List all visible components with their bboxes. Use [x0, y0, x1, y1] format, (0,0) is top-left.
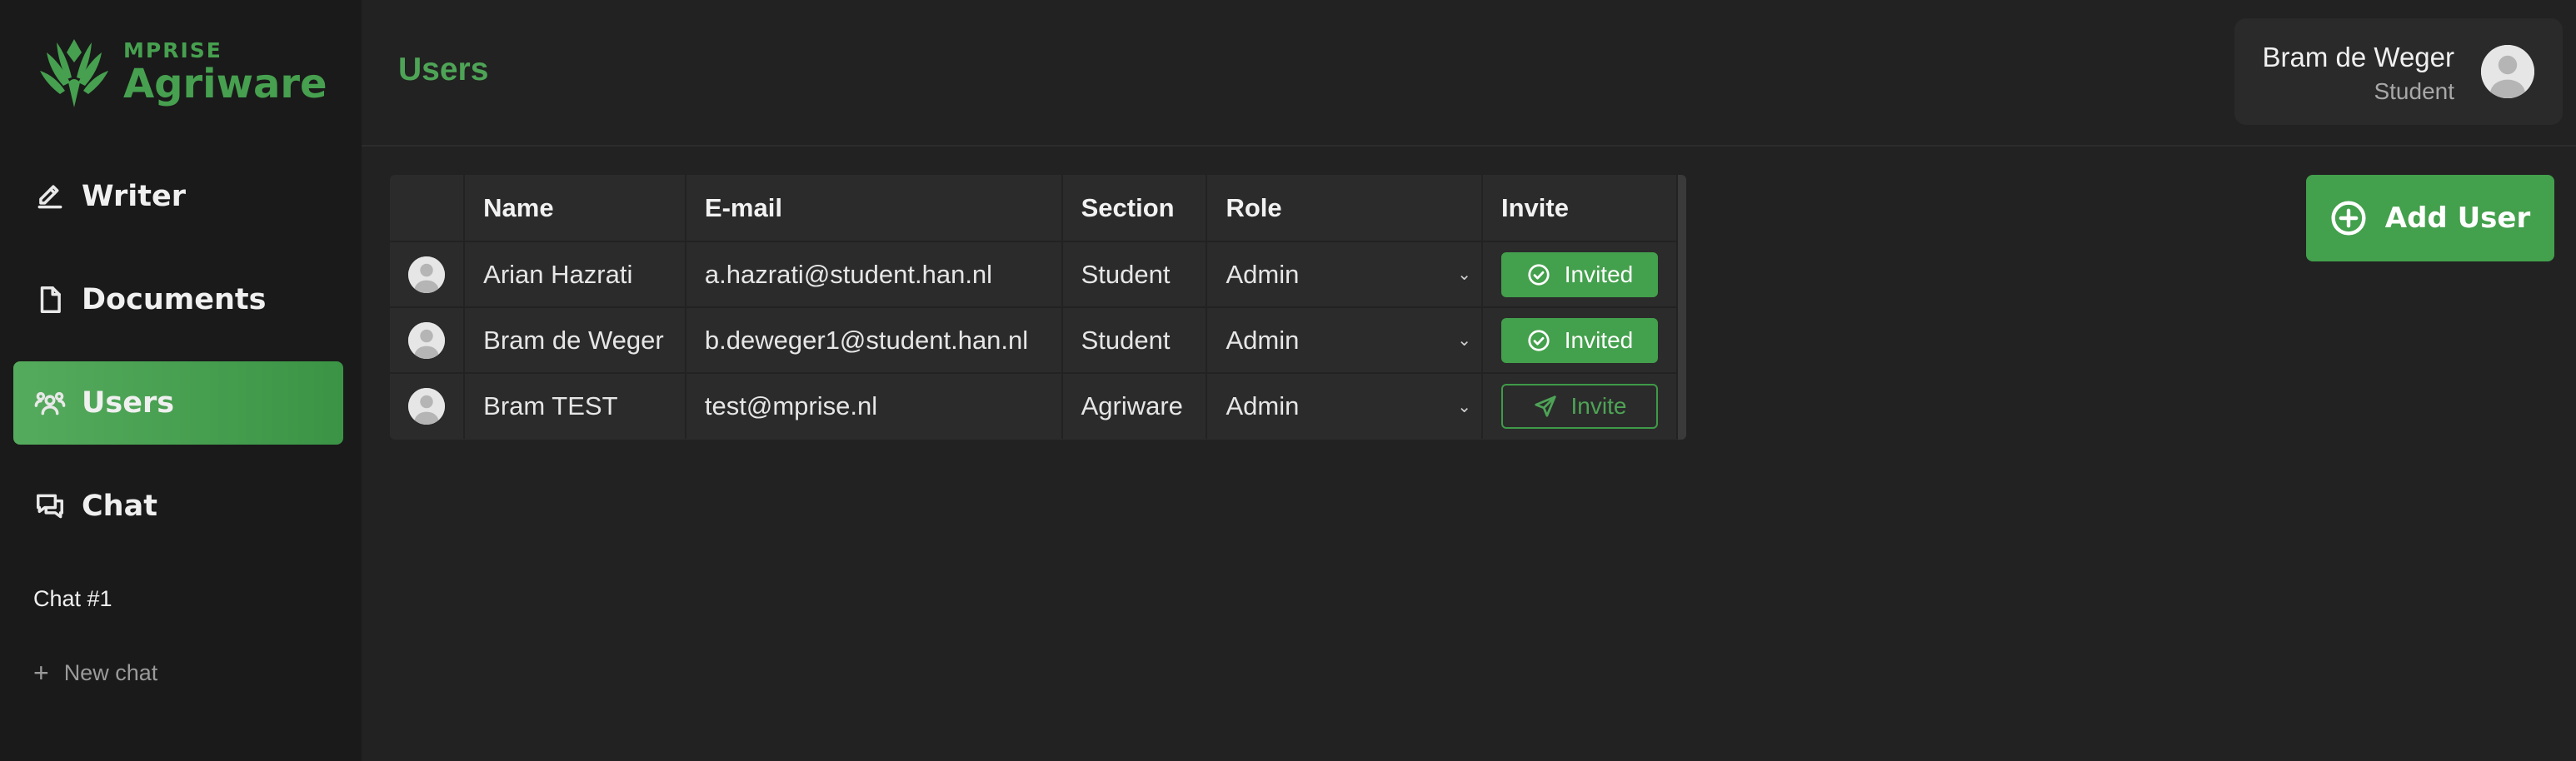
role-cell: Admin ⌄ [1206, 241, 1483, 308]
section-cell: Student [1061, 241, 1208, 308]
role-select-value: Admin [1226, 391, 1300, 420]
column-header-role[interactable]: Role [1206, 175, 1483, 242]
name-cell: Arian Hazrati [464, 241, 686, 308]
column-header-name[interactable]: Name [464, 175, 686, 242]
plus-icon: + [33, 658, 49, 688]
logo-wordmark-small: MPRISE [123, 37, 222, 62]
chevron-down-icon: ⌄ [1457, 397, 1471, 416]
name-cell: Bram de Weger [464, 307, 686, 374]
section-cell: Agriware [1061, 373, 1208, 439]
avatar-cell [390, 241, 466, 308]
email-cell: test@mprise.nl [685, 373, 1063, 439]
new-chat-button[interactable]: + New chat [33, 659, 157, 686]
avatar [408, 256, 446, 293]
table-scrollbar[interactable] [1678, 175, 1686, 440]
sidebar-item-label: Users [82, 386, 175, 420]
role-select[interactable]: Admin ⌄ [1226, 391, 1470, 421]
column-header-email[interactable]: E-mail [685, 175, 1063, 242]
invite-button-label: Invite [1570, 393, 1627, 419]
page-title: Users [398, 52, 489, 87]
table-header-row: Name E-mail Section Role Invite [390, 175, 1679, 242]
name-cell: Bram TEST [464, 373, 686, 439]
role-select[interactable]: Admin ⌄ [1226, 259, 1470, 290]
user-role: Student [2374, 78, 2454, 104]
check-circle-icon [1528, 329, 1550, 351]
sidebar-item-label: Documents [82, 283, 267, 316]
invite-button-label: Invited [1564, 326, 1634, 353]
table-row: Bram TEST test@mprise.nl Agriware Admin … [390, 373, 1679, 439]
role-select-value: Admin [1226, 325, 1300, 355]
chat-list-item[interactable]: Chat #1 [33, 586, 112, 612]
email-cell: a.hazrati@student.han.nl [685, 241, 1063, 308]
sidebar-item-label: Chat [82, 490, 157, 523]
document-icon [33, 283, 67, 316]
chat-icon [33, 490, 67, 523]
new-chat-label: New chat [63, 659, 158, 685]
table-row: Arian Hazrati a.hazrati@student.han.nl S… [390, 241, 1679, 308]
invite-cell: Invite [1481, 373, 1679, 439]
email-cell: b.deweger1@student.han.nl [685, 307, 1063, 374]
sidebar-item-writer[interactable]: Writer [13, 155, 343, 238]
sidebar-item-documents[interactable]: Documents [13, 258, 343, 341]
page-header: Users Bram de Weger Student [362, 0, 2576, 147]
plus-circle-icon [2331, 201, 2366, 236]
users-icon [33, 386, 67, 420]
sidebar-item-chat[interactable]: Chat [13, 465, 343, 548]
sidebar-item-users[interactable]: Users [13, 361, 343, 445]
invited-button[interactable]: Invited [1500, 251, 1658, 297]
role-cell: Admin ⌄ [1206, 373, 1483, 439]
check-circle-icon [1528, 263, 1550, 286]
user-profile-card[interactable]: Bram de Weger Student [2234, 18, 2563, 125]
avatar[interactable] [2481, 45, 2534, 98]
chevron-down-icon: ⌄ [1457, 331, 1471, 350]
send-icon [1534, 395, 1556, 417]
agriware-leaf-logo-icon [40, 39, 108, 107]
invite-cell: Invited [1481, 241, 1679, 308]
sidebar: MPRISE Agriware Writer Documents Users C… [0, 0, 362, 761]
invited-button[interactable]: Invited [1500, 317, 1658, 363]
logo-wordmark: Agriware [123, 60, 327, 107]
avatar-cell [390, 373, 466, 439]
invite-cell: Invited [1481, 307, 1679, 374]
add-user-button[interactable]: Add User [2306, 175, 2554, 261]
add-user-label: Add User [2384, 201, 2531, 235]
user-name: Bram de Weger [2262, 42, 2454, 72]
section-cell: Student [1061, 307, 1208, 374]
column-header-invite[interactable]: Invite [1481, 175, 1679, 242]
role-cell: Admin ⌄ [1206, 307, 1483, 374]
logo[interactable]: MPRISE Agriware [38, 33, 327, 110]
column-header-section[interactable]: Section [1061, 175, 1208, 242]
table-row: Bram de Weger b.deweger1@student.han.nl … [390, 307, 1679, 374]
role-select[interactable]: Admin ⌄ [1226, 325, 1470, 356]
sidebar-item-label: Writer [82, 180, 186, 213]
column-header-avatar [390, 175, 466, 242]
avatar [408, 321, 446, 359]
role-select-value: Admin [1226, 259, 1300, 289]
avatar-cell [390, 307, 466, 374]
invite-button-label: Invited [1564, 261, 1634, 287]
pencil-icon [33, 180, 67, 213]
chevron-down-icon: ⌄ [1457, 266, 1471, 284]
users-table: Name E-mail Section Role Invite Arian Ha… [390, 175, 1686, 440]
avatar [408, 388, 446, 425]
invite-button[interactable]: Invite [1500, 384, 1658, 429]
